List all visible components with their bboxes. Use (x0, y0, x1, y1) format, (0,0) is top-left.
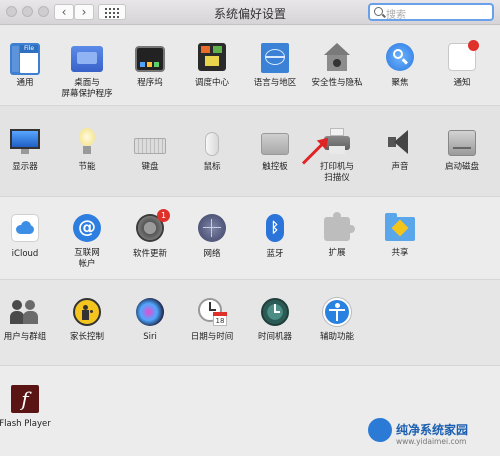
pref-notifications[interactable]: 通知 (430, 40, 494, 89)
pref-extensions[interactable]: 扩展 (305, 212, 369, 259)
hard-disk-icon (448, 130, 476, 156)
pref-parental-controls[interactable]: 家长控制 (55, 298, 119, 343)
gear-icon: 1 (136, 209, 170, 242)
pref-date-time[interactable]: 18 日期与时间 (180, 298, 244, 343)
pref-sharing[interactable]: 共享 (368, 213, 432, 259)
pref-icloud[interactable]: iCloud (0, 214, 57, 260)
label-keyboard: 键盘 (141, 162, 159, 172)
pref-printers-scanners[interactable]: 打印机与 扫描仪 (305, 128, 369, 184)
label-users-groups: 用户与群组 (3, 332, 47, 342)
pref-siri[interactable]: Siri (118, 298, 182, 343)
pref-sound[interactable]: 声音 (368, 128, 432, 173)
label-sound: 声音 (391, 162, 409, 172)
label-date-time: 日期与时间 (190, 332, 234, 342)
search-icon (374, 7, 383, 16)
clock-calendar-icon: 18 (198, 298, 227, 326)
label-dock: 程序坞 (137, 78, 163, 88)
display-icon (9, 128, 41, 156)
pref-users-groups[interactable]: 用户与群组 (0, 298, 57, 343)
at-sign-icon: @ (73, 214, 101, 242)
pref-software-update[interactable]: 1 软件更新 (118, 209, 182, 260)
label-startup-disk: 启动磁盘 (444, 162, 479, 172)
label-parental-controls: 家长控制 (69, 332, 104, 342)
notifications-icon (448, 40, 479, 71)
pref-energy-saver[interactable]: 节能 (55, 128, 119, 173)
label-accessibility: 辅助功能 (319, 332, 354, 342)
pref-language-region[interactable]: 语言与地区 (243, 43, 307, 89)
label-mission-control: 调度中心 (194, 78, 229, 88)
accessibility-icon (323, 298, 351, 326)
title-bar: ‹ › 系统偏好设置 搜索 (0, 0, 500, 25)
parental-controls-icon (73, 298, 101, 326)
watermark-logo (368, 418, 392, 442)
pref-flash-player[interactable]: f Flash Player (0, 385, 57, 430)
siri-icon (136, 298, 164, 326)
general-icon: File (10, 43, 40, 75)
flag-icon (261, 43, 289, 73)
label-desktop: 桌面与 屏幕保护程序 (61, 78, 113, 99)
time-machine-icon (261, 298, 289, 326)
mission-control-icon (198, 43, 226, 71)
sharing-folder-icon (385, 213, 415, 241)
label-spotlight: 聚焦 (391, 78, 409, 88)
label-language-region: 语言与地区 (253, 78, 297, 88)
update-badge: 1 (157, 209, 170, 222)
label-icloud: iCloud (11, 249, 39, 259)
label-extensions: 扩展 (328, 248, 346, 258)
trackpad-icon (261, 133, 289, 155)
bluetooth-icon: ᛒ (266, 214, 284, 242)
pref-displays[interactable]: 显示器 (0, 128, 57, 173)
watermark-name: 纯净系统家园 (396, 423, 469, 437)
label-network: 网络 (203, 249, 221, 259)
watermark-url: www.yidaimei.com (396, 437, 467, 446)
pref-network[interactable]: 网络 (180, 214, 244, 260)
pref-mission-control[interactable]: 调度中心 (180, 43, 244, 89)
house-lock-icon (322, 43, 352, 73)
icloud-icon (11, 214, 39, 242)
pref-mouse[interactable]: 鼠标 (180, 128, 244, 173)
mouse-icon (205, 132, 219, 156)
pref-internet-accounts[interactable]: @ 互联网 帐户 (55, 214, 119, 270)
label-trackpad: 触控板 (262, 162, 288, 172)
spotlight-icon (386, 43, 414, 71)
desktop-icon (71, 46, 103, 72)
label-notifications: 通知 (453, 78, 471, 88)
pref-bluetooth[interactable]: ᛒ 蓝牙 (243, 214, 307, 260)
label-displays: 显示器 (12, 162, 38, 172)
pref-security-privacy[interactable]: 安全性与隐私 (305, 43, 369, 89)
label-security-privacy: 安全性与隐私 (311, 78, 363, 88)
pref-desktop[interactable]: 桌面与 屏幕保护程序 (55, 43, 119, 100)
label-bluetooth: 蓝牙 (266, 249, 284, 259)
pref-spotlight[interactable]: 聚焦 (368, 43, 432, 89)
speaker-icon (386, 128, 414, 156)
pref-accessibility[interactable]: 辅助功能 (305, 298, 369, 343)
pref-keyboard[interactable]: 键盘 (118, 128, 182, 173)
label-flash-player: Flash Player (0, 419, 51, 429)
label-time-machine: 时间机器 (257, 332, 292, 342)
pref-trackpad[interactable]: 触控板 (243, 128, 307, 173)
label-printers-scanners: 打印机与 扫描仪 (319, 162, 354, 183)
search-placeholder: 搜索 (386, 10, 406, 21)
label-general: 通用 (16, 78, 34, 88)
pref-dock[interactable]: 程序坞 (118, 43, 182, 89)
label-sharing: 共享 (391, 248, 409, 258)
dock-icon (135, 46, 165, 72)
pref-time-machine[interactable]: 时间机器 (243, 298, 307, 343)
label-energy-saver: 节能 (78, 162, 96, 172)
label-siri: Siri (143, 332, 157, 342)
keyboard-icon (134, 138, 166, 154)
pref-startup-disk[interactable]: 启动磁盘 (430, 128, 494, 173)
users-icon (10, 298, 40, 326)
search-field[interactable]: 搜索 (368, 3, 494, 21)
flash-player-icon: f (11, 385, 39, 413)
label-internet-accounts: 互联网 帐户 (74, 248, 100, 269)
lightbulb-icon (77, 128, 97, 156)
label-mouse: 鼠标 (203, 162, 221, 172)
pref-general[interactable]: File 通用 (0, 43, 57, 89)
label-software-update: 软件更新 (132, 249, 167, 259)
globe-icon (198, 214, 226, 242)
puzzle-piece-icon (324, 212, 355, 241)
